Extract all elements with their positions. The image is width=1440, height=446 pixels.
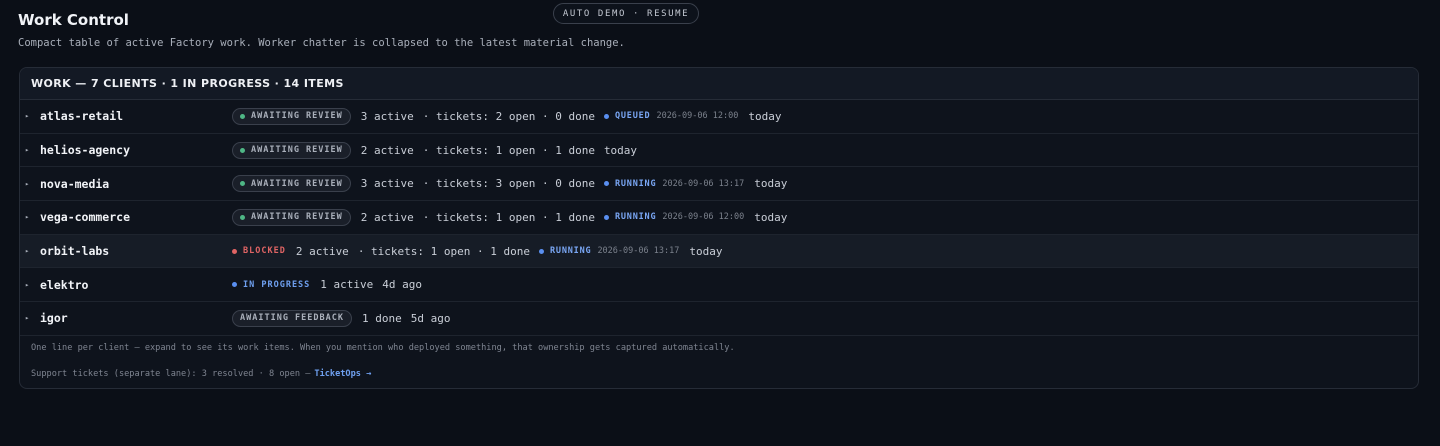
client-name: atlas-retail xyxy=(40,109,124,124)
active-count: 3 active xyxy=(360,109,414,123)
in-progress-dot-icon xyxy=(232,282,237,288)
last-updated: today xyxy=(603,143,638,157)
run-status: RUNNING xyxy=(603,212,656,222)
run-timestamp: 2026-09-06 13:17 xyxy=(662,178,745,189)
run-status-dot-icon xyxy=(603,181,609,187)
expand-caret-icon[interactable]: ▸ xyxy=(25,314,29,322)
table-row[interactable]: ▸ nova-media AWAITING REVIEW 3 active · … xyxy=(20,167,1418,202)
table-row[interactable]: ▸ orbit-labs BLOCKED 2 active · tickets:… xyxy=(20,234,1418,269)
expand-caret-icon[interactable]: ▸ xyxy=(25,146,29,154)
status-dot-icon xyxy=(240,147,245,153)
run-status-dot-icon xyxy=(603,113,609,119)
status-badge: AWAITING REVIEW xyxy=(232,175,351,193)
table-row[interactable]: ▸ atlas-retail AWAITING REVIEW 3 active … xyxy=(20,100,1418,134)
status-badge: BLOCKED xyxy=(232,246,286,256)
work-panel-header: WORK — 7 CLIENTS · 1 IN PROGRESS · 14 IT… xyxy=(20,68,1418,100)
status-badge: AWAITING REVIEW xyxy=(232,208,351,226)
status-badge: AWAITING REVIEW xyxy=(232,107,351,125)
ticket-summary: · tickets: 1 open · 1 done xyxy=(357,244,530,258)
active-count: 2 active xyxy=(360,143,414,157)
done-count: 1 done xyxy=(362,311,402,325)
active-count: 2 active xyxy=(295,244,349,258)
run-status-dot-icon xyxy=(603,214,609,220)
expand-caret-icon[interactable]: ▸ xyxy=(25,247,29,255)
client-name: elektro xyxy=(40,277,89,292)
client-name: vega-commerce xyxy=(40,210,131,225)
run-timestamp: 2026-09-06 12:00 xyxy=(662,212,745,223)
client-name: orbit-labs xyxy=(40,244,110,259)
last-updated: today xyxy=(748,109,782,123)
table-row[interactable]: ▸ helios-agency AWAITING REVIEW 2 active… xyxy=(20,134,1418,168)
footnote: One line per client — expand to see its … xyxy=(31,342,735,353)
table-row[interactable]: ▸ elektro IN PROGRESS 1 active 4d ago xyxy=(20,268,1418,303)
ticket-summary: · tickets: 1 open · 1 done xyxy=(422,143,595,157)
status-dot-icon xyxy=(240,214,245,220)
table-row[interactable]: ▸ vega-commerce AWAITING REVIEW 2 active… xyxy=(20,201,1418,235)
run-timestamp: 2026-09-06 13:17 xyxy=(597,246,680,257)
ticket-summary: · tickets: 3 open · 0 done xyxy=(422,177,595,191)
active-count: 1 active xyxy=(320,278,374,292)
page-subtitle: Compact table of active Factory work. Wo… xyxy=(18,37,625,49)
client-name: igor xyxy=(40,311,68,326)
auto-demo-resume-button[interactable]: AUTO DEMO · RESUME xyxy=(553,3,699,24)
ticket-summary: · tickets: 2 open · 0 done xyxy=(422,109,595,123)
run-status-dot-icon xyxy=(539,248,544,254)
expand-caret-icon[interactable]: ▸ xyxy=(25,180,29,188)
support-tickets-text: Support tickets (separate lane): 3 resol… xyxy=(31,368,311,379)
last-updated: today xyxy=(754,177,788,191)
blocked-dot-icon xyxy=(232,248,237,254)
run-status: RUNNING xyxy=(603,179,656,189)
page-title: Work Control xyxy=(18,11,129,29)
expand-caret-icon[interactable]: ▸ xyxy=(25,112,29,120)
table-row[interactable]: ▸ igor AWAITING FEEDBACK 1 done 5d ago xyxy=(20,302,1418,336)
client-name: nova-media xyxy=(40,176,110,191)
status-dot-icon xyxy=(240,181,245,187)
run-status: QUEUED xyxy=(603,111,651,121)
last-updated: 4d ago xyxy=(382,278,423,292)
last-updated: 5d ago xyxy=(410,311,451,325)
client-name: helios-agency xyxy=(40,143,131,158)
run-timestamp: 2026-09-06 12:00 xyxy=(656,111,739,122)
ticket-summary: · tickets: 1 open · 1 done xyxy=(422,210,595,224)
work-panel: WORK — 7 CLIENTS · 1 IN PROGRESS · 14 IT… xyxy=(19,67,1419,389)
status-badge: AWAITING FEEDBACK xyxy=(232,309,352,327)
last-updated: today xyxy=(689,244,723,258)
support-tickets-line: Support tickets (separate lane): 3 resol… xyxy=(20,362,1418,386)
expand-caret-icon[interactable]: ▸ xyxy=(25,281,29,289)
expand-caret-icon[interactable]: ▸ xyxy=(25,213,29,221)
status-dot-icon xyxy=(240,113,245,119)
active-count: 2 active xyxy=(360,210,414,224)
last-updated: today xyxy=(754,210,788,224)
run-status: RUNNING xyxy=(539,246,591,256)
status-badge: AWAITING REVIEW xyxy=(232,141,351,159)
active-count: 3 active xyxy=(360,177,414,191)
ticketops-link[interactable]: TicketOps → xyxy=(314,369,371,379)
status-badge: IN PROGRESS xyxy=(232,280,310,290)
